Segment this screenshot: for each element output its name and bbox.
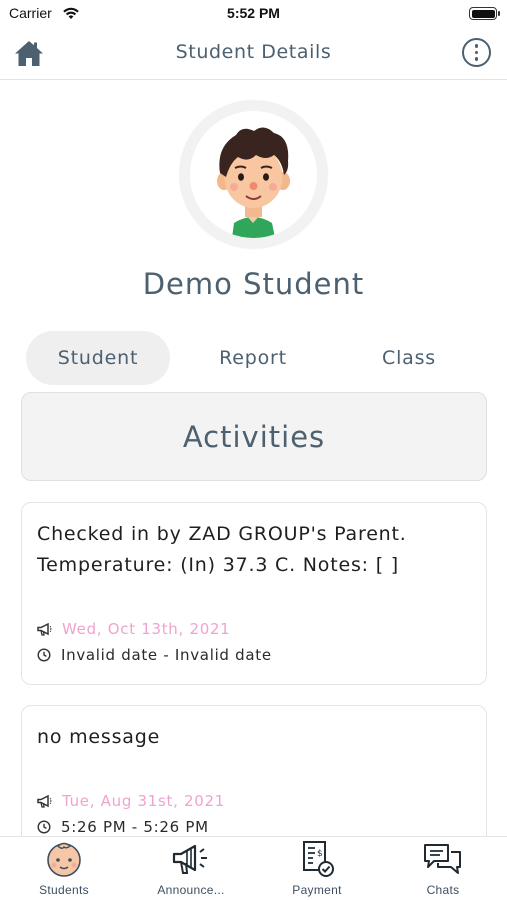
activity-message: no message [37, 726, 161, 748]
baby-face-icon [47, 842, 81, 877]
activity-message: Checked in by ZAD GROUP's Parent. Temper… [37, 523, 407, 576]
receipt-icon: $ [303, 841, 334, 877]
nav-announcements[interactable]: Announce... [131, 839, 251, 899]
activity-time-row: Invalid date - Invalid date [37, 646, 272, 664]
nav-students[interactable]: Students [4, 839, 124, 899]
clock-icon [37, 820, 51, 834]
clock-icon [37, 648, 51, 662]
bottom-tab-bar: Students Announce... $ Payment Chats [0, 836, 507, 900]
activity-date-row: Tue, Aug 31st, 2021 [37, 792, 225, 810]
activity-card[interactable]: Checked in by ZAD GROUP's Parent. Temper… [21, 502, 487, 685]
student-name: Demo Student [142, 267, 365, 301]
more-vertical-icon [474, 44, 479, 48]
avatar [180, 101, 327, 248]
clock-time: 5:52 PM [227, 5, 280, 21]
nav-chats-label: Chats [426, 883, 460, 897]
megaphone-icon [37, 794, 52, 808]
tab-report[interactable]: Report [181, 331, 325, 385]
activity-time-row: 5:26 PM - 5:26 PM [37, 818, 209, 836]
chat-bubbles-icon [424, 844, 461, 874]
megaphone-icon [172, 844, 207, 874]
app-header: Student Details [0, 30, 507, 80]
nav-announcements-label: Announce... [157, 883, 225, 897]
activity-time: Invalid date - Invalid date [61, 646, 272, 664]
activities-heading: Activities [21, 392, 487, 481]
tab-class[interactable]: Class [337, 331, 481, 385]
activity-date: Tue, Aug 31st, 2021 [62, 792, 226, 810]
activity-date-row: Wed, Oct 13th, 2021 [37, 620, 230, 638]
nav-payment[interactable]: $ Payment [257, 839, 377, 899]
nav-chats[interactable]: Chats [383, 839, 503, 899]
page-title: Student Details [175, 41, 332, 63]
activity-time: 5:26 PM - 5:26 PM [61, 818, 209, 836]
nav-payment-label: Payment [292, 883, 342, 897]
boy-avatar-icon [217, 127, 290, 238]
nav-students-label: Students [39, 883, 89, 897]
megaphone-icon [37, 622, 52, 636]
activity-date: Wed, Oct 13th, 2021 [62, 620, 231, 638]
tab-student[interactable]: Student [26, 331, 170, 385]
battery-icon [469, 7, 500, 20]
status-bar: Carrier 5:52 PM [0, 0, 507, 28]
svg-text:$: $ [317, 849, 323, 859]
more-options-button[interactable] [462, 38, 491, 67]
